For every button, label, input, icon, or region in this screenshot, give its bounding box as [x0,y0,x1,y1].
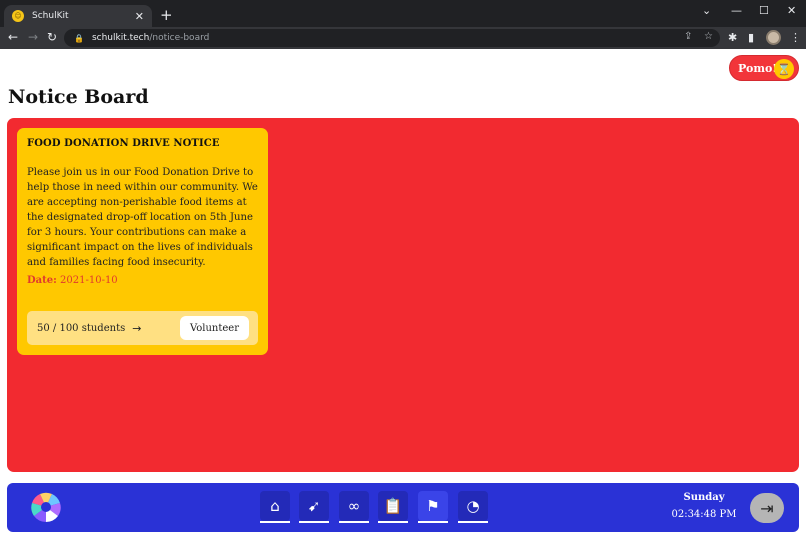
nav-underline-active [418,521,448,523]
notice-date-label: Date: [27,275,57,286]
forward-arrow-icon[interactable]: → [28,30,38,44]
page-title: Notice Board [8,86,149,108]
nav-tasks[interactable]: 📋 [378,491,408,521]
kebab-menu-icon[interactable]: ⋮ [790,31,801,44]
timer-icon: ◔ [466,497,480,515]
notice-card: FOOD DONATION DRIVE NOTICE Please join u… [17,128,268,355]
nav-notice-board[interactable]: ⚑ [418,491,448,521]
loop-icon: ∞ [347,497,361,515]
logout-icon: ⇥ [760,498,774,518]
nav-underline [260,521,290,523]
current-day: Sunday [683,492,725,503]
notice-body: Please join us in our Food Donation Driv… [27,167,258,268]
lock-icon: 🔒 [74,33,84,43]
back-arrow-icon[interactable]: ← [8,30,18,44]
volunteer-button[interactable]: Volunteer [180,316,249,340]
bookmark-star-icon[interactable]: ☆ [704,31,713,42]
nav-underline [378,521,408,523]
address-bar[interactable]: 🔒 schulkit.tech/notice-board ⇪ ☆ [64,29,720,47]
tab-close-icon[interactable]: ✕ [135,10,144,23]
logout-button[interactable]: ⇥ [750,493,784,523]
tab-title: SchulKit [32,11,69,21]
nav-home[interactable]: ⌂ [260,491,290,521]
notice-footer: 50 / 100 students → Volunteer [27,311,258,345]
url-text: schulkit.tech/notice-board [91,33,210,43]
browser-toolbar: ← → ↻ 🔒 schulkit.tech/notice-board ⇪ ☆ ✱… [0,27,806,49]
schulkit-logo-icon[interactable] [29,491,63,523]
nav-underline [299,521,329,523]
home-icon: ⌂ [270,497,280,515]
nav-underline [458,521,488,523]
hourglass-icon: ⌛ [774,59,794,79]
pomo-label: Pomo! [738,61,778,75]
profile-avatar[interactable] [766,30,781,45]
reload-icon[interactable]: ↻ [47,30,57,44]
notice-title: FOOD DONATION DRIVE NOTICE [27,138,220,149]
clipboard-icon: 📋 [383,497,403,515]
nav-timer[interactable]: ◔ [458,491,488,521]
maximize-button[interactable]: ☐ [759,4,769,17]
flag-icon: ⚑ [426,497,440,515]
browser-tab[interactable]: ☺ SchulKit ✕ [4,5,152,27]
nav-underline [339,521,369,523]
new-tab-button[interactable]: + [160,6,173,24]
notice-date-value: 2021-10-10 [60,275,118,286]
pointer-icon: ➹ [307,497,321,515]
participant-count[interactable]: 50 / 100 students [37,323,125,334]
nav-click[interactable]: ➹ [299,491,329,521]
schulkit-favicon-icon: ☺ [12,10,24,22]
share-icon[interactable]: ⇪ [684,31,692,42]
current-time: 02:34:48 PM [671,509,737,520]
nav-loop[interactable]: ∞ [339,491,369,521]
notice-date: Date: 2021-10-10 [27,275,258,286]
pomo-button[interactable]: Pomo! ⌛ [729,55,799,81]
minimize-button[interactable]: — [731,4,742,17]
close-window-button[interactable]: ✕ [787,4,796,17]
extensions-icon[interactable]: ✱ [728,31,737,44]
side-panel-icon[interactable]: ▮ [748,31,754,44]
tab-search-icon[interactable]: ⌄ [702,4,711,17]
browser-titlebar: ☺ SchulKit ✕ + ⌄ — ☐ ✕ [0,0,806,27]
arrow-right-icon[interactable]: → [132,322,141,335]
